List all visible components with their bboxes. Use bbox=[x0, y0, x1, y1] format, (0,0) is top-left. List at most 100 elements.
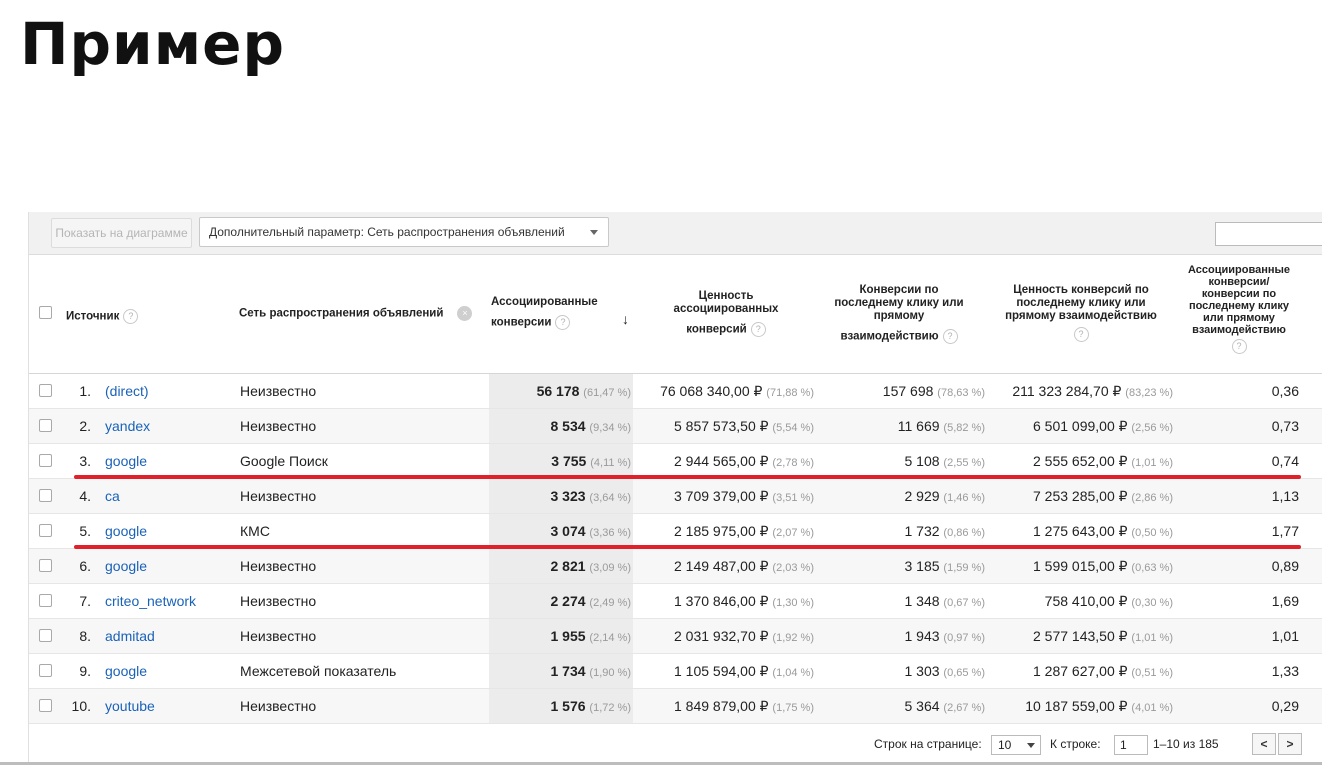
source-link[interactable]: ca bbox=[105, 479, 120, 513]
ratio-cell: 0,73 bbox=[1271, 418, 1299, 434]
network-cell: Неизвестно bbox=[240, 488, 317, 504]
table-row[interactable]: 6. google Неизвестно 2 821 (3,09 %) 2 149 48… bbox=[29, 549, 1322, 584]
network-cell: Неизвестно bbox=[240, 593, 317, 609]
table-row[interactable]: 3. google Google Поиск 3 755 (4,11 %) 2 944 … bbox=[29, 444, 1322, 479]
source-link[interactable]: google bbox=[105, 654, 147, 688]
row-checkbox[interactable] bbox=[39, 384, 52, 397]
source-link[interactable]: google bbox=[105, 514, 147, 548]
last-click-value-cell: 6 501 099,00 ₽ (2,56 %) bbox=[1032, 418, 1173, 434]
network-cell: Неизвестно bbox=[240, 383, 317, 399]
next-page-button[interactable]: > bbox=[1278, 733, 1302, 755]
header-assisted-conversions[interactable]: Ассоциированные конверсии? bbox=[491, 296, 611, 330]
rows-per-page-select[interactable]: 10 bbox=[991, 735, 1041, 755]
highlight-underline bbox=[74, 545, 1301, 549]
network-cell: Google Поиск bbox=[240, 453, 328, 469]
row-index: 7. bbox=[79, 593, 91, 609]
last-click-conversions-cell: 11 669 (5,82 %) bbox=[897, 418, 985, 434]
row-checkbox[interactable] bbox=[39, 489, 52, 502]
row-index: 9. bbox=[79, 663, 91, 679]
network-cell: Межсетевой показатель bbox=[240, 663, 397, 679]
last-click-conversions-cell: 1 943 (0,97 %) bbox=[904, 628, 985, 644]
header-ratio[interactable]: Ассоциированные конверсии/ конверсии по … bbox=[1179, 264, 1299, 354]
header-assisted-value[interactable]: Ценность ассоциированных конверсий? bbox=[651, 290, 801, 337]
ratio-cell: 1,69 bbox=[1271, 593, 1299, 609]
table-toolbar: Показать на диаграмме Дополнительный пар… bbox=[29, 212, 1322, 255]
table-row[interactable]: 5. google КМС 3 074 (3,36 %) 2 185 975,00 ₽ … bbox=[29, 514, 1322, 549]
last-click-conversions-cell: 3 185 (1,59 %) bbox=[904, 558, 985, 574]
row-checkbox[interactable] bbox=[39, 419, 52, 432]
row-checkbox[interactable] bbox=[39, 559, 52, 572]
table-row[interactable]: 4. ca Неизвестно 3 323 (3,64 %) 3 709 379,00… bbox=[29, 479, 1322, 514]
assisted-conversions-cell: 3 323 (3,64 %) bbox=[550, 488, 631, 504]
last-click-conversions-cell: 5 364 (2,67 %) bbox=[904, 698, 985, 714]
help-icon[interactable]: ? bbox=[555, 315, 571, 330]
header-last-click-value[interactable]: Ценность конверсий по последнему клику и… bbox=[996, 284, 1166, 342]
assisted-conversions-cell: 1 734 (1,90 %) bbox=[550, 663, 631, 679]
table-row[interactable]: 10. youtube Неизвестно 1 576 (1,72 %) 1 849 … bbox=[29, 689, 1322, 724]
row-checkbox[interactable] bbox=[39, 699, 52, 712]
show-on-chart-button[interactable]: Показать на диаграмме bbox=[51, 218, 192, 248]
ratio-cell: 0,89 bbox=[1271, 558, 1299, 574]
header-source[interactable]: Источник? bbox=[66, 309, 139, 324]
row-checkbox[interactable] bbox=[39, 454, 52, 467]
remove-dimension-icon[interactable]: × bbox=[457, 306, 473, 321]
row-checkbox[interactable] bbox=[39, 629, 52, 642]
slide-title: Пример bbox=[20, 10, 285, 78]
assisted-conversions-cell: 3 755 (4,11 %) bbox=[551, 453, 631, 469]
table-header: Источник? Сеть распространения объявлени… bbox=[29, 255, 1322, 374]
row-checkbox[interactable] bbox=[39, 524, 52, 537]
network-cell: Неизвестно bbox=[240, 418, 317, 434]
last-click-value-cell: 1 599 015,00 ₽ (0,63 %) bbox=[1032, 558, 1173, 574]
assisted-value-cell: 5 857 573,50 ₽ (5,54 %) bbox=[673, 418, 814, 434]
last-click-value-cell: 2 577 143,50 ₽ (1,01 %) bbox=[1032, 628, 1173, 644]
source-link[interactable]: admitad bbox=[105, 619, 155, 653]
last-click-value-cell: 1 275 643,00 ₽ (0,50 %) bbox=[1032, 523, 1173, 539]
help-icon[interactable]: ? bbox=[750, 322, 766, 337]
table-row[interactable]: 7. criteo_network Неизвестно 2 274 (2,49 %)… bbox=[29, 584, 1322, 619]
source-link[interactable]: google bbox=[105, 444, 147, 478]
help-icon[interactable]: ? bbox=[123, 309, 139, 324]
row-index: 1. bbox=[79, 383, 91, 399]
source-link[interactable]: yandex bbox=[105, 409, 150, 443]
row-checkbox[interactable] bbox=[39, 664, 52, 677]
row-checkbox[interactable] bbox=[39, 594, 52, 607]
source-link[interactable]: youtube bbox=[105, 689, 155, 723]
secondary-dimension-label: Дополнительный параметр: Сеть распростра… bbox=[209, 225, 565, 239]
row-index: 8. bbox=[79, 628, 91, 644]
last-click-conversions-cell: 5 108 (2,55 %) bbox=[904, 453, 985, 469]
ratio-cell: 0,74 bbox=[1271, 453, 1299, 469]
row-index: 6. bbox=[79, 558, 91, 574]
goto-row-label: К строке: bbox=[1050, 737, 1101, 751]
table-row[interactable]: 8. admitad Неизвестно 1 955 (2,14 %) 2 031 9… bbox=[29, 619, 1322, 654]
prev-page-button[interactable]: < bbox=[1252, 733, 1276, 755]
chevron-down-icon bbox=[590, 230, 598, 235]
row-index: 4. bbox=[79, 488, 91, 504]
pagination-bar: Строк на странице: 10 К строке: 1 1–10 и… bbox=[29, 725, 1322, 765]
help-icon[interactable]: ? bbox=[1073, 327, 1089, 342]
goto-row-input[interactable]: 1 bbox=[1114, 735, 1148, 755]
assisted-value-cell: 1 370 846,00 ₽ (1,30 %) bbox=[673, 593, 814, 609]
header-last-click-conversions[interactable]: Конверсии по последнему клику или прямом… bbox=[824, 284, 974, 344]
help-icon[interactable]: ? bbox=[942, 329, 958, 344]
network-cell: Неизвестно bbox=[240, 698, 317, 714]
source-link[interactable]: (direct) bbox=[105, 374, 149, 408]
table-search-input[interactable] bbox=[1215, 222, 1322, 246]
report-table-panel: Показать на диаграмме Дополнительный пар… bbox=[28, 212, 1322, 765]
last-click-conversions-cell: 1 348 (0,67 %) bbox=[904, 593, 985, 609]
source-link[interactable]: google bbox=[105, 549, 147, 583]
row-index: 2. bbox=[79, 418, 91, 434]
secondary-dimension-dropdown[interactable]: Дополнительный параметр: Сеть распростра… bbox=[199, 217, 609, 247]
table-row[interactable]: 9. google Межсетевой показатель 1 734 (1,90… bbox=[29, 654, 1322, 689]
network-cell: Неизвестно bbox=[240, 558, 317, 574]
sort-descending-icon[interactable]: ↓ bbox=[622, 312, 629, 326]
header-network[interactable]: Сеть распространения объявлений × bbox=[239, 306, 473, 321]
network-cell: Неизвестно bbox=[240, 628, 317, 644]
table-row[interactable]: 1. (direct) Неизвестно 56 178 (61,47 %) 76 0… bbox=[29, 374, 1322, 409]
help-icon[interactable]: ? bbox=[1231, 339, 1247, 354]
assisted-value-cell: 3 709 379,00 ₽ (3,51 %) bbox=[673, 488, 814, 504]
source-link[interactable]: criteo_network bbox=[105, 584, 196, 618]
assisted-value-cell: 2 944 565,00 ₽ (2,78 %) bbox=[673, 453, 814, 469]
last-click-conversions-cell: 157 698 (78,63 %) bbox=[882, 383, 985, 399]
table-row[interactable]: 2. yandex Неизвестно 8 534 (9,34 %) 5 857 57… bbox=[29, 409, 1322, 444]
select-all-checkbox[interactable] bbox=[39, 306, 52, 319]
